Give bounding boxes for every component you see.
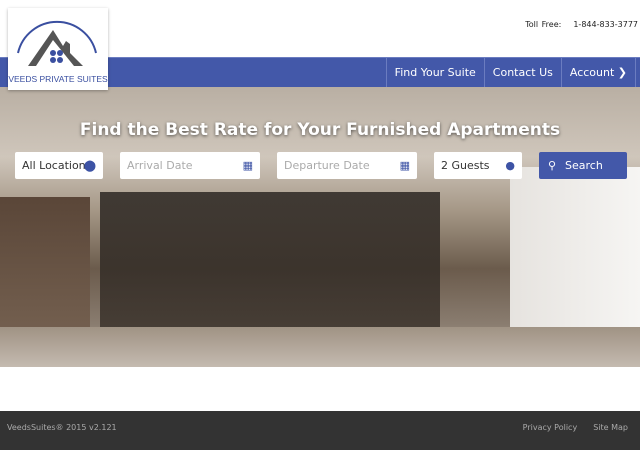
search-label: Search (565, 159, 603, 172)
map-marker-icon: ⬤ (83, 159, 96, 172)
nav-find-your-suite[interactable]: Find Your Suite (385, 58, 484, 87)
search-button[interactable]: ⚲ Search (539, 152, 627, 179)
nav-account-dropdown[interactable]: Account ❯ (560, 58, 636, 87)
logo[interactable]: VEEDS PRIVATE SUITES (8, 8, 108, 90)
location-select[interactable]: All Locations ⬤ (15, 152, 103, 179)
calendar-icon: ▦ (242, 159, 253, 172)
footer: VeedsSuites® 2015 v2.121 Privacy Policy S… (0, 411, 640, 450)
calendar-icon: ▦ (399, 159, 410, 172)
departure-placeholder: Departure Date (284, 159, 370, 172)
privacy-policy-link[interactable]: Privacy Policy (523, 423, 578, 432)
arrival-placeholder: Arrival Date (127, 159, 193, 172)
guests-value: 2 Guests (441, 159, 490, 172)
search-icon: ⚲ (548, 159, 557, 172)
departure-date-input[interactable]: Departure Date ▦ (277, 152, 417, 179)
logo-text: VEEDS PRIVATE SUITES (8, 74, 108, 84)
copyright: VeedsSuites® 2015 v2.121 (7, 423, 117, 432)
user-icon: ● (505, 159, 515, 172)
location-value: All Locations (22, 159, 92, 172)
toll-free: Toll Free: 1-844-833-3777 (525, 20, 640, 29)
hero-headline: Find the Best Rate for Your Furnished Ap… (79, 120, 561, 140)
toll-free-label: Toll Free: (525, 20, 562, 29)
guests-select[interactable]: 2 Guests ● (434, 152, 522, 179)
house-logo-icon (17, 20, 97, 66)
phone-number: 1-844-833-3777 (573, 20, 638, 29)
nav-contact-us[interactable]: Contact Us (483, 58, 561, 87)
arrival-date-input[interactable]: Arrival Date ▦ (120, 152, 260, 179)
site-map-link[interactable]: Site Map (593, 423, 628, 432)
